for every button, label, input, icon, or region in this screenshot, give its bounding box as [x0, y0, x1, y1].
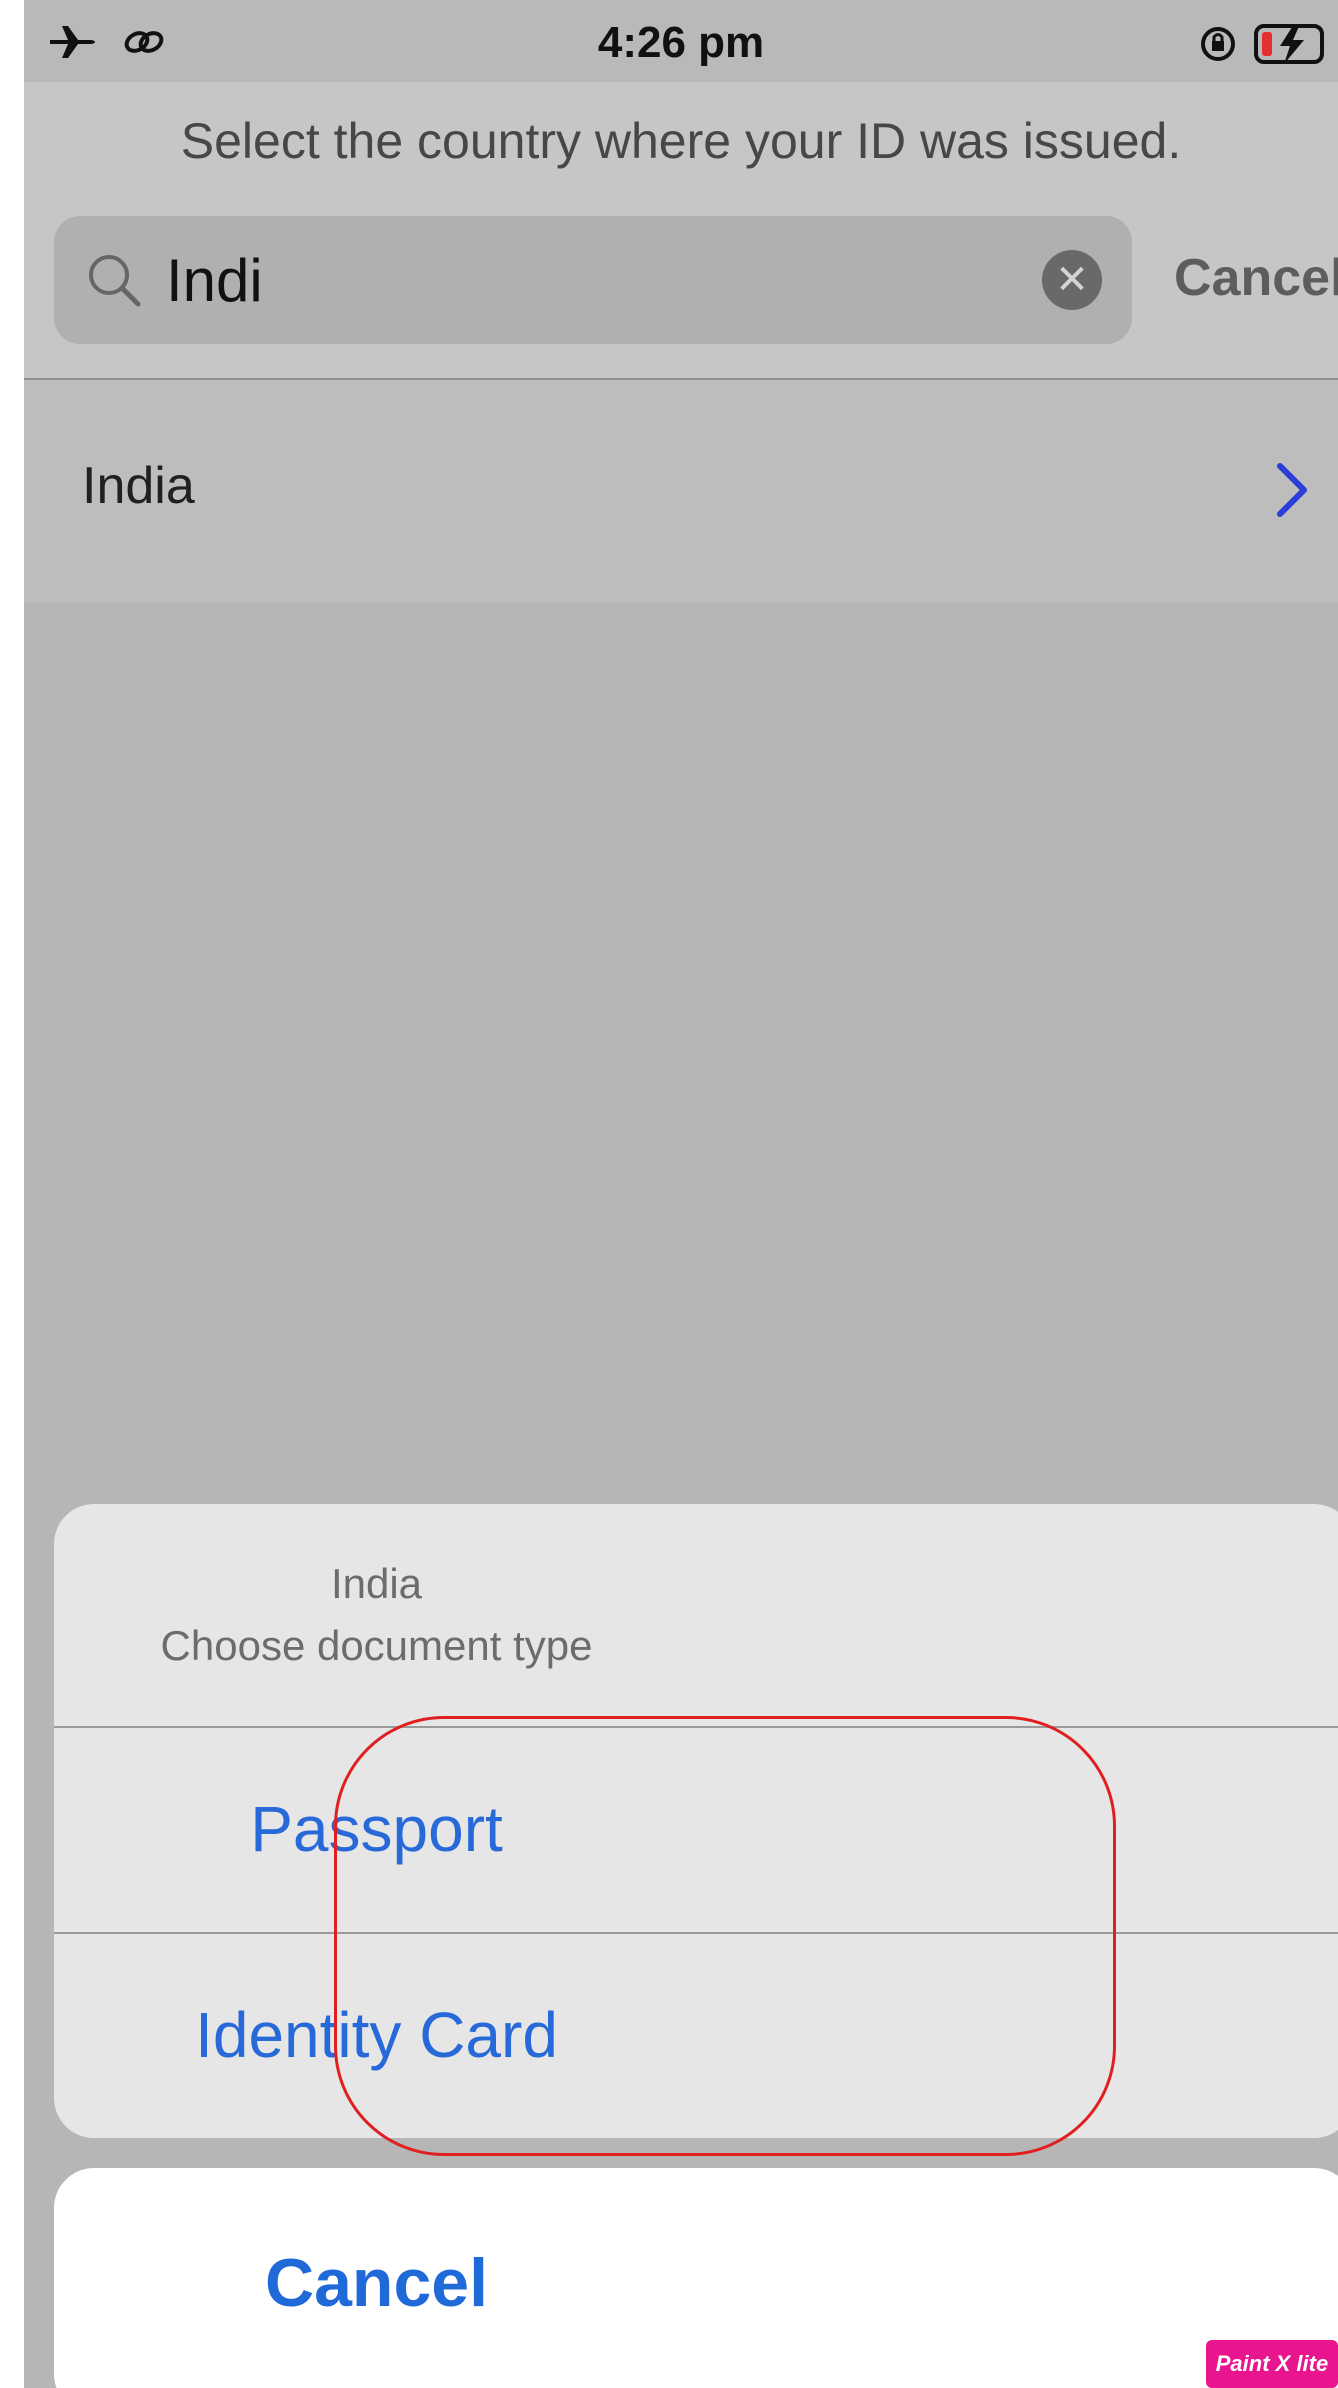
status-right-icons	[1198, 22, 1328, 71]
status-bar: 4:26 pm	[24, 0, 1338, 82]
divider	[54, 1726, 1338, 1728]
cancel-sheet: Cancel	[54, 2168, 1338, 2388]
status-time: 4:26 pm	[597, 18, 765, 67]
search-value: Indi	[166, 247, 263, 314]
watermark-badge: Paint X lite	[1206, 2340, 1338, 2388]
list-item-india[interactable]: India	[24, 380, 1338, 602]
left-gutter	[0, 0, 24, 2388]
clear-icon[interactable]: ✕	[1042, 250, 1102, 310]
passport-button[interactable]: Passport	[54, 1792, 699, 1866]
search-cancel-button[interactable]: Cancel	[1174, 248, 1338, 308]
identity-card-button[interactable]: Identity Card	[54, 1998, 699, 2072]
country-prompt: Select the country where your ID was iss…	[180, 113, 1182, 169]
sheet-title: India	[330, 1560, 423, 1607]
screen: 4:26 pm Select the country where your ID…	[24, 0, 1338, 2388]
chevron-right-icon	[1274, 460, 1310, 520]
divider	[54, 1932, 1338, 1934]
sheet-subtitle: Choose document type	[160, 1622, 593, 1669]
document-type-sheet: India Choose document type Passport Iden…	[54, 1504, 1338, 2138]
header-panel: Select the country where your ID was iss…	[24, 82, 1338, 380]
search-input[interactable]: Indi ✕	[54, 216, 1132, 344]
search-icon	[84, 250, 144, 310]
battery-charging-icon	[1254, 22, 1328, 71]
orientation-lock-icon	[1198, 24, 1238, 69]
cancel-button[interactable]: Cancel	[54, 2244, 699, 2322]
list-item-label: India	[82, 457, 195, 515]
